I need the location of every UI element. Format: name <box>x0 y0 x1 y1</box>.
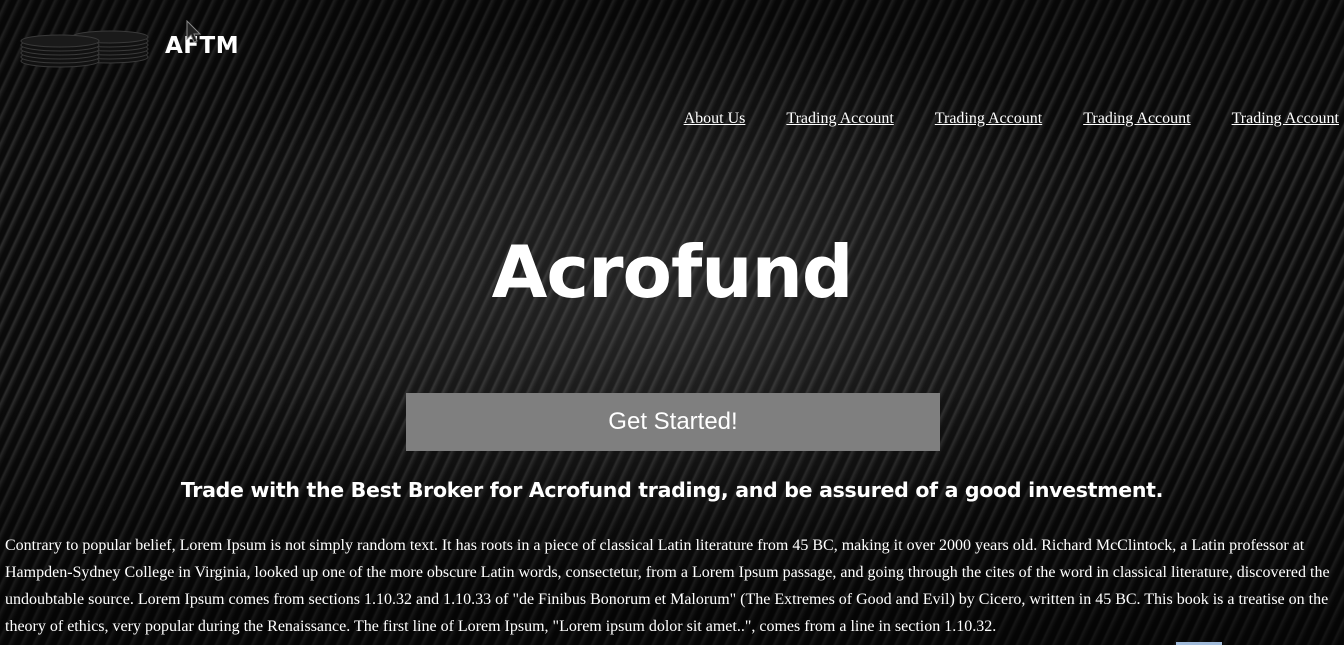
nav-link-trading-account[interactable]: Trading Account <box>786 110 893 128</box>
tagline: Trade with the Best Broker for Acrofund … <box>180 478 1164 502</box>
main-nav: About Us Trading Account Trading Account… <box>684 110 1339 128</box>
mouse-pointer-icon <box>186 19 202 44</box>
brand-name[interactable]: AFTM <box>165 33 239 59</box>
nav-link-trading-account[interactable]: Trading Account <box>935 110 1042 128</box>
nav-link-trading-account[interactable]: Trading Account <box>1083 110 1190 128</box>
get-started-button[interactable]: Get Started! <box>406 393 940 451</box>
intro-paragraph: Contrary to popular belief, Lorem Ipsum … <box>5 537 1330 635</box>
nav-link-about-us[interactable]: About Us <box>684 110 746 128</box>
nav-link-trading-account[interactable]: Trading Account <box>1232 110 1339 128</box>
coin-stacks-icon[interactable] <box>20 24 152 70</box>
hero-title: Acrofund <box>491 230 854 314</box>
